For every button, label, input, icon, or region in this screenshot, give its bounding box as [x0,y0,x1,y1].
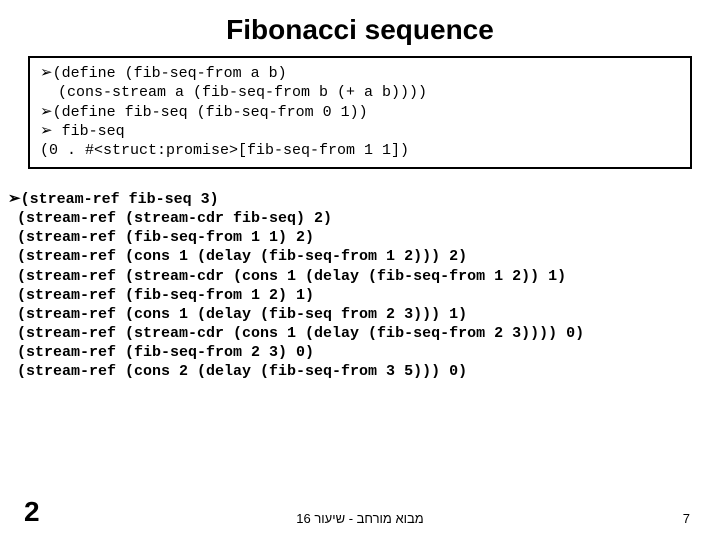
prompt-arrow: ➢ [40,122,53,139]
code-line: (stream-ref (stream-cdr fib-seq) 2) [8,210,332,227]
code-line: (stream-ref (fib-seq-from 2 3) 0) [8,344,314,361]
code-line: (cons-stream a (fib-seq-from b (+ a b)))… [40,84,427,101]
page-number: 7 [683,511,690,526]
code-line: (stream-ref (stream-cdr (cons 1 (delay (… [8,268,566,285]
code-line: (0 . #<struct:promise>[fib-seq-from 1 1]… [40,142,409,159]
definition-box: ➢(define (fib-seq-from a b) (cons-stream… [28,56,692,169]
prompt-arrow: ➢ [40,64,53,81]
code-line: (stream-ref (cons 1 (delay (fib-seq-from… [8,248,467,265]
prompt-arrow: ➢ [40,103,53,120]
code-line: (define fib-seq (fib-seq-from 0 1)) [53,104,368,121]
code-line: (stream-ref (cons 1 (delay (fib-seq from… [8,306,467,323]
code-line: fib-seq [53,123,125,140]
code-line: (stream-ref (cons 2 (delay (fib-seq-from… [8,363,467,380]
code-line: (stream-ref (fib-seq-from 1 1) 2) [8,229,314,246]
code-line: (stream-ref fib-seq 3) [21,191,219,208]
code-line: (stream-ref (stream-cdr (cons 1 (delay (… [8,325,584,342]
page-title: Fibonacci sequence [0,0,720,56]
footer-text: מבוא מורחב - שיעור 16 [0,511,720,526]
evaluation-trace: ➢(stream-ref fib-seq 3) (stream-ref (str… [8,189,712,382]
prompt-arrow: ➢ [8,190,21,207]
code-line: (define (fib-seq-from a b) [53,65,287,82]
code-line: (stream-ref (fib-seq-from 1 2) 1) [8,287,314,304]
